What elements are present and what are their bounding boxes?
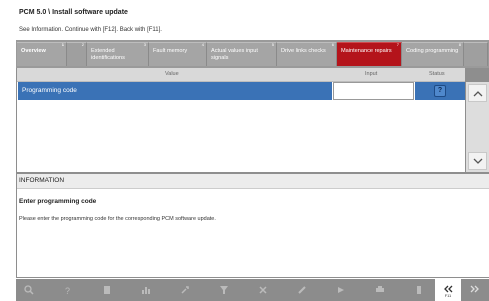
- tab-blank-end[interactable]: [464, 42, 488, 66]
- tab-number: 7: [396, 42, 399, 47]
- column-header-status: Status: [429, 71, 445, 77]
- print-button[interactable]: [367, 279, 393, 301]
- tab-number: 4: [201, 42, 204, 47]
- tab-number: 5: [271, 42, 274, 47]
- edit-button[interactable]: [289, 279, 315, 301]
- next-button[interactable]: [462, 279, 488, 301]
- column-header-input: Input: [365, 71, 378, 77]
- battery-icon: [417, 286, 421, 294]
- search-button[interactable]: [16, 279, 42, 301]
- help-button[interactable]: ?: [55, 279, 81, 301]
- values-table: Value Input Status Programming code ?: [17, 68, 465, 172]
- programming-code-input[interactable]: [333, 82, 414, 100]
- back-button-label: F11: [444, 293, 452, 298]
- forward-icon: [338, 287, 344, 293]
- table-header: Value Input Status: [17, 68, 465, 82]
- filter-button[interactable]: [211, 279, 237, 301]
- function-bar: ? F11: [16, 279, 489, 301]
- instruction-text: See Information. Continue with [F12]. Ba…: [19, 27, 162, 33]
- svg-text:?: ?: [65, 286, 70, 295]
- scroll-down-button[interactable]: [468, 152, 487, 170]
- tab-extended-identifications[interactable]: Extended identifications 3: [87, 42, 149, 66]
- tab-drive-links-checks[interactable]: Drive links checks 6: [277, 42, 337, 66]
- question-icon: ?: [434, 85, 446, 97]
- tab-label: Coding programming: [406, 48, 459, 54]
- edit-icon: [298, 286, 306, 294]
- tab-fault-memory[interactable]: Fault memory 4: [149, 42, 207, 66]
- battery-button[interactable]: [406, 279, 432, 301]
- row-status-cell: ?: [415, 82, 465, 100]
- tab-number: 3: [143, 42, 146, 47]
- scroll-up-button[interactable]: [468, 84, 487, 102]
- scrollbar[interactable]: [466, 82, 489, 172]
- tab-actual-values[interactable]: Actual values input signals 5: [207, 42, 277, 66]
- filter-icon: [220, 286, 228, 294]
- chart-icon: [142, 287, 150, 294]
- tab-number: 2: [81, 42, 84, 47]
- information-panel: INFORMATION Enter programming code Pleas…: [17, 174, 489, 277]
- tab-label: Maintenance repairs: [341, 48, 392, 54]
- information-heading: INFORMATION: [17, 174, 489, 189]
- tab-maintenance-repairs[interactable]: Maintenance repairs 7: [337, 42, 402, 66]
- tools-icon: [259, 286, 267, 294]
- back-icon: [444, 285, 453, 293]
- tab-number: 6: [331, 42, 334, 47]
- tab-coding-programming[interactable]: Coding programming 8: [402, 42, 464, 66]
- print-icon: [376, 286, 384, 292]
- tab-label: Extended identifications: [91, 48, 125, 61]
- document-button[interactable]: [94, 279, 120, 301]
- chart-button[interactable]: [133, 279, 159, 301]
- help-icon: ?: [65, 286, 70, 295]
- information-subheading: Enter programming code: [19, 198, 97, 205]
- tab-number: 8: [458, 42, 461, 47]
- next-icon: [470, 285, 479, 293]
- forward-button[interactable]: [328, 279, 354, 301]
- wrench-button[interactable]: [172, 279, 198, 301]
- tab-label: Fault memory: [153, 48, 188, 54]
- wrench-icon: [181, 286, 189, 294]
- tab-blank[interactable]: 2: [67, 42, 87, 66]
- tab-label: Overview: [21, 48, 46, 54]
- document-icon: [104, 286, 110, 294]
- chevron-down-icon: [473, 158, 483, 164]
- row-value-cell[interactable]: Programming code: [18, 82, 332, 100]
- search-icon: [24, 285, 34, 295]
- tab-bar: Overview 1 2 Extended identifications 3 …: [16, 40, 489, 68]
- information-text: Please enter the programming code for th…: [19, 216, 216, 222]
- column-header-value: Value: [165, 71, 179, 77]
- tab-label: Actual values input signals: [211, 48, 258, 61]
- page-title: PCM 5.0 \ Install software update: [19, 9, 128, 16]
- chevron-up-icon: [473, 91, 483, 97]
- tools-button[interactable]: [250, 279, 276, 301]
- tab-number: 1: [61, 42, 64, 47]
- tab-label: Drive links checks: [281, 48, 326, 54]
- tab-overview[interactable]: Overview 1: [17, 42, 67, 66]
- main-frame: Overview 1 2 Extended identifications 3 …: [16, 40, 489, 278]
- back-button[interactable]: F11: [435, 279, 461, 301]
